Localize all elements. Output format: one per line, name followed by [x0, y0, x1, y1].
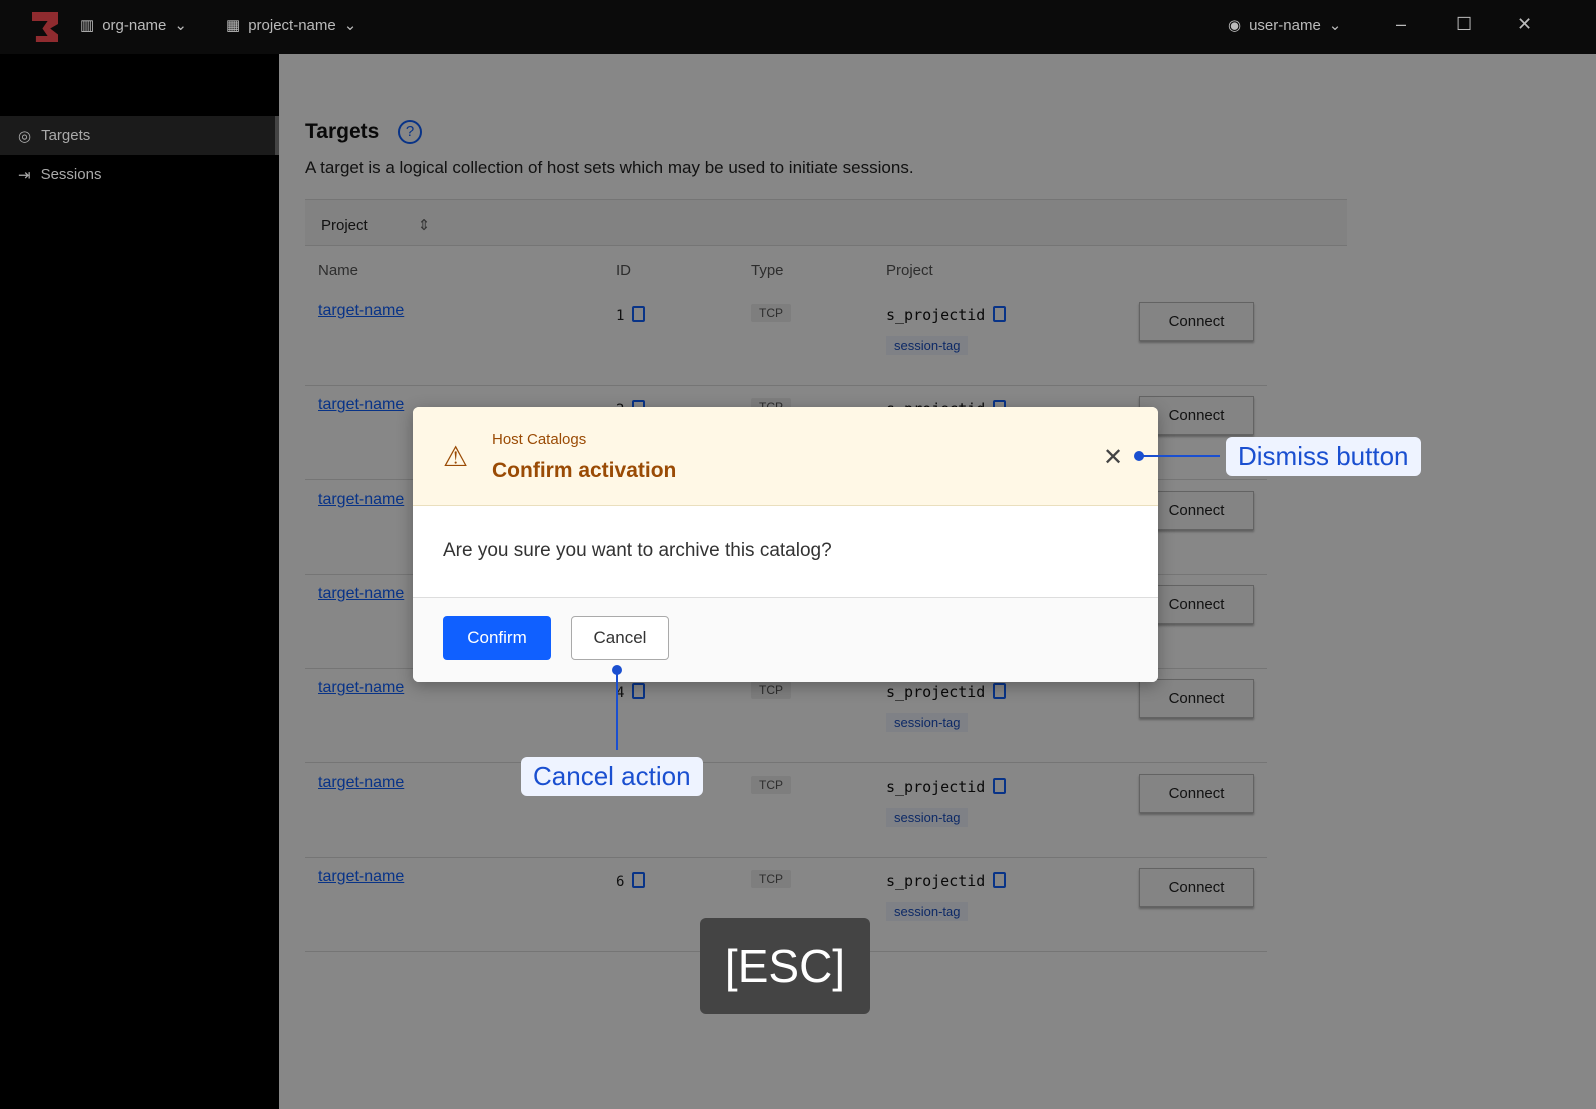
sidebar-item-targets[interactable]: ◎ Targets	[0, 116, 279, 155]
dialog-category: Host Catalogs	[492, 431, 587, 448]
dismiss-button[interactable]: ✕	[1103, 443, 1123, 472]
maximize-icon[interactable]: ☐	[1456, 14, 1472, 35]
chevron-down-icon: ⌄	[1328, 17, 1342, 34]
callout-line	[1140, 455, 1220, 457]
sign-in-icon: ⇥	[18, 166, 31, 184]
confirm-button[interactable]: Confirm	[443, 616, 551, 660]
cancel-callout: Cancel action	[521, 757, 703, 796]
top-bar: ▥ org-name ⌄ ▦ project-name ⌄ ◉ user-name ⌄ – …	[0, 0, 1596, 54]
project-name: project-name	[248, 16, 336, 34]
user-icon: ◉	[1228, 17, 1242, 34]
callout-line	[616, 670, 618, 750]
grid-icon: ▦	[226, 17, 241, 34]
sidebar-item-label: Targets	[41, 127, 91, 144]
org-switcher[interactable]: ▥ org-name ⌄	[80, 16, 187, 35]
confirm-dialog: ⚠ Host Catalogs Confirm activation ✕ Are…	[413, 407, 1158, 682]
boundary-logo	[32, 12, 58, 42]
building-icon: ▥	[80, 17, 95, 34]
user-menu[interactable]: ◉ user-name ⌄	[1228, 16, 1342, 35]
minimize-icon[interactable]: –	[1396, 14, 1406, 35]
user-name: user-name	[1249, 16, 1321, 34]
dialog-title: Confirm activation	[492, 459, 677, 482]
target-icon: ◎	[18, 127, 32, 145]
dismiss-callout: Dismiss button	[1226, 437, 1421, 476]
close-window-icon[interactable]: ✕	[1517, 14, 1532, 35]
sidebar: ◎ Targets ⇥ Sessions	[0, 54, 279, 1109]
keypress-indicator: [ESC]	[700, 918, 870, 1014]
chevron-down-icon: ⌄	[174, 17, 187, 34]
chevron-down-icon: ⌄	[343, 17, 357, 34]
org-name: org-name	[102, 16, 167, 34]
sidebar-item-label: Sessions	[40, 166, 102, 183]
sidebar-item-sessions[interactable]: ⇥ Sessions	[0, 155, 279, 194]
project-switcher[interactable]: ▦ project-name ⌄	[226, 16, 357, 35]
dialog-message: Are you sure you want to archive this ca…	[413, 506, 1158, 598]
warning-icon: ⚠	[443, 441, 469, 472]
cancel-button[interactable]: Cancel	[571, 616, 669, 660]
close-icon: ✕	[1103, 444, 1124, 471]
